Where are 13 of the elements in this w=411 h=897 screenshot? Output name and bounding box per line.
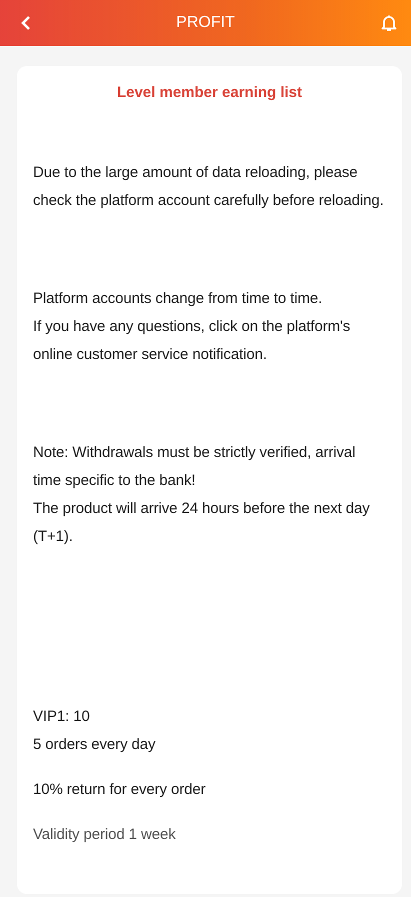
page-title: PROFIT [176, 14, 235, 32]
notice-text: Note: Withdrawals must be strictly verified, arrival time specific to the bank! [33, 443, 356, 491]
card-title: Level member earning list [116, 84, 304, 101]
validity-period: Validity period 1 week [33, 825, 177, 845]
notice-text: Due to the large amount of data reloading, please check the platform account carefully before reloading. [33, 163, 385, 211]
daily-orders: 5 orders every day [33, 735, 156, 755]
notice-text: If you have any questions, click on the platform's online customer service notification. [33, 317, 352, 365]
vip-level: VIP1: 10 [33, 707, 91, 727]
order-return: 10% return for every order [33, 780, 206, 800]
back-icon[interactable] [20, 15, 32, 31]
bell-icon[interactable] [378, 13, 399, 33]
notice-text: The product will arrive 24 hours before the next day (T+1). [33, 499, 371, 547]
notice-text: Platform accounts change from time to time. [33, 289, 324, 309]
